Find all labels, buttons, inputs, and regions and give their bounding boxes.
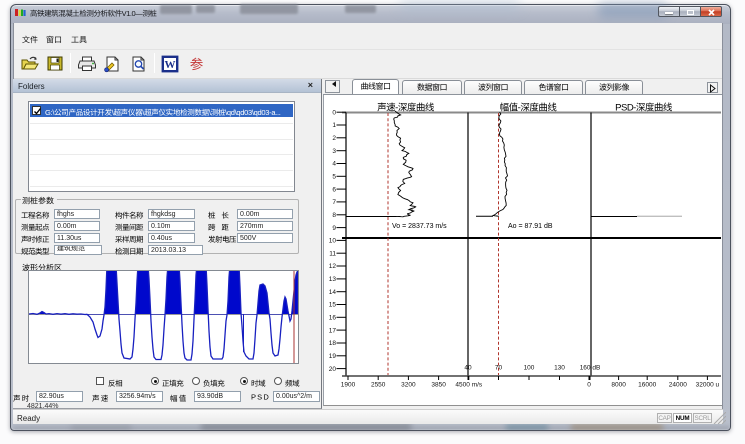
svg-text:6: 6 bbox=[332, 186, 336, 193]
svg-text:14: 14 bbox=[329, 289, 337, 296]
svg-text:4: 4 bbox=[332, 161, 336, 168]
svg-text:19: 19 bbox=[329, 353, 337, 360]
svg-text:9: 9 bbox=[332, 225, 336, 232]
svg-text:13: 13 bbox=[329, 276, 337, 283]
svg-text:3200: 3200 bbox=[401, 382, 416, 389]
svg-text:24000: 24000 bbox=[669, 382, 687, 389]
svg-text:12: 12 bbox=[329, 263, 337, 270]
svg-text:7: 7 bbox=[332, 199, 336, 206]
svg-text:130: 130 bbox=[554, 365, 565, 372]
svg-text:3850: 3850 bbox=[431, 382, 446, 389]
svg-text:17: 17 bbox=[329, 327, 337, 334]
svg-text:32000 u: 32000 u bbox=[696, 382, 720, 389]
svg-text:Ao = 87.91 dB: Ao = 87.91 dB bbox=[508, 223, 553, 230]
svg-text:1900: 1900 bbox=[341, 382, 356, 389]
svg-text:10: 10 bbox=[329, 238, 337, 245]
svg-text:0: 0 bbox=[587, 382, 591, 389]
svg-text:8: 8 bbox=[332, 212, 336, 219]
svg-text:15: 15 bbox=[329, 302, 337, 309]
svg-text:160 dB: 160 dB bbox=[580, 365, 601, 372]
svg-text:100: 100 bbox=[524, 365, 535, 372]
svg-text:11: 11 bbox=[329, 250, 336, 257]
svg-text:18: 18 bbox=[329, 340, 337, 347]
svg-text:5: 5 bbox=[332, 174, 336, 181]
svg-text:3: 3 bbox=[332, 148, 336, 155]
svg-text:8000: 8000 bbox=[611, 382, 626, 389]
svg-text:70: 70 bbox=[495, 365, 503, 372]
svg-text:参i: 参i bbox=[190, 55, 206, 73]
svg-text:20: 20 bbox=[329, 366, 337, 373]
svg-text:1: 1 bbox=[332, 122, 336, 129]
svg-text:40: 40 bbox=[464, 365, 472, 372]
svg-text:W: W bbox=[165, 59, 176, 71]
svg-text:16000: 16000 bbox=[638, 382, 656, 389]
svg-text:4500 m/s: 4500 m/s bbox=[455, 382, 482, 389]
svg-text:2: 2 bbox=[332, 135, 336, 142]
svg-text:16: 16 bbox=[329, 315, 337, 322]
svg-text:2550: 2550 bbox=[371, 382, 386, 389]
svg-text:Vo = 2837.73 m/s: Vo = 2837.73 m/s bbox=[392, 223, 447, 230]
svg-text:0: 0 bbox=[332, 109, 336, 116]
